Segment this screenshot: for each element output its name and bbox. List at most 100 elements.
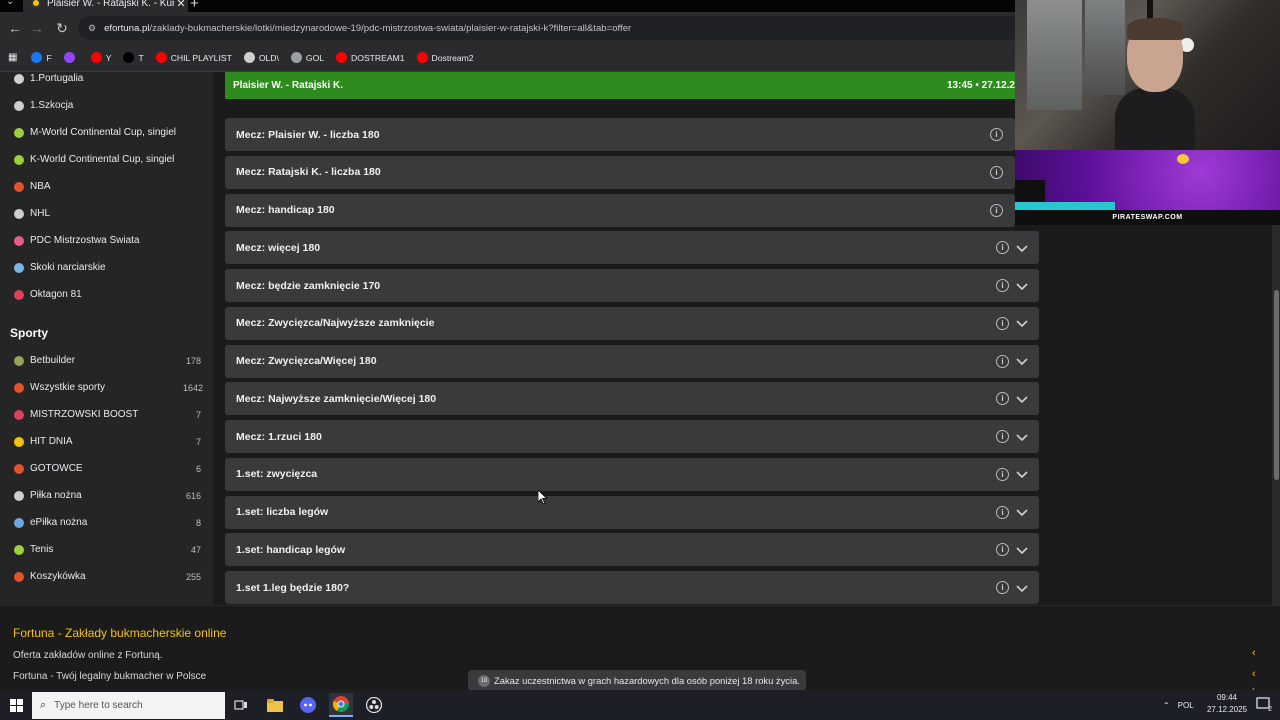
sidebar-sport-item[interactable]: GOTOWCE 6 [0, 455, 213, 482]
info-icon[interactable]: i [996, 392, 1009, 406]
sidebar-sport-item[interactable]: Betbuilder 178 [0, 347, 213, 374]
chevron-down-icon[interactable] [1015, 467, 1029, 481]
sidebar-item[interactable]: NHL [0, 200, 213, 227]
sidebar-sport-item[interactable]: ePiłka nożna 8 [0, 509, 213, 536]
chevron-down-icon[interactable] [1015, 354, 1029, 368]
market-row[interactable]: 1.set: handicap legów i [225, 533, 1039, 567]
info-icon[interactable]: i [996, 241, 1009, 255]
sidebar-sport-item[interactable]: Koszykówka 255 [0, 563, 213, 590]
chevron-down-icon[interactable] [1015, 316, 1029, 330]
tab-search-chevron-icon[interactable]: ⌄ [6, 0, 14, 7]
market-row[interactable]: Mecz: 1.rzuci 180 i [225, 420, 1039, 453]
bookmark-1[interactable] [63, 52, 79, 63]
footer-title: Fortuna - Zakłady bukmacherskie online [13, 626, 227, 640]
info-icon[interactable]: i [996, 316, 1009, 330]
chevron-down-icon[interactable] [1015, 543, 1029, 557]
bookmark-7[interactable]: DOSTREAM1 [336, 52, 405, 63]
chevron-down-icon[interactable] [1015, 279, 1029, 293]
chevron-left-icon[interactable]: ‹ [1252, 647, 1256, 659]
info-icon[interactable]: i [996, 581, 1009, 594]
bookmark-2[interactable]: Y [90, 52, 112, 63]
bookmark-3[interactable]: T [123, 52, 144, 63]
sidebar-item[interactable]: Oktagon 81 [0, 281, 213, 308]
bookmark-6[interactable]: GOL [290, 52, 324, 63]
new-tab-icon[interactable]: + [190, 0, 199, 12]
language-indicator[interactable]: POL [1178, 701, 1194, 710]
chevron-down-icon[interactable] [1015, 581, 1029, 595]
info-icon[interactable]: i [990, 128, 1003, 141]
taskbar-search[interactable]: ⌕ Type here to search [32, 692, 225, 719]
chevron-left-icon[interactable]: ‹ [1252, 668, 1256, 680]
sidebar-sport-item[interactable]: Tenis 47 [0, 536, 213, 563]
apps-grid-icon[interactable]: ▦ [8, 52, 17, 63]
obs-icon[interactable] [362, 693, 386, 717]
site-info-icon[interactable]: ⚙ [88, 23, 96, 34]
scrollbar-thumb[interactable] [1274, 290, 1279, 480]
info-icon[interactable]: i [996, 505, 1009, 519]
sidebar-item[interactable]: 1.Portugalia [0, 72, 213, 92]
bookmark-label: Dostream2 [431, 52, 474, 63]
market-row[interactable]: Mecz: Zwycięzca/Więcej 180 i [225, 344, 1039, 378]
fire-icon [14, 463, 24, 474]
sidebar-item-label: 1.Szkocja [30, 100, 74, 111]
back-icon[interactable]: ← [6, 12, 24, 44]
sidebar-item[interactable]: M-World Continental Cup, singiel [0, 119, 213, 146]
info-icon[interactable]: i [996, 279, 1009, 292]
folder-icon [243, 52, 255, 63]
info-icon[interactable]: i [990, 203, 1003, 217]
sidebar-sport-item[interactable]: HIT DNIA 7 [0, 428, 213, 455]
task-view-icon[interactable] [229, 693, 253, 717]
info-icon[interactable]: i [996, 430, 1009, 443]
sport-label: Piłka nożna [30, 490, 82, 501]
sidebar-sport-item[interactable]: Wszystkie sporty 1642 [0, 374, 213, 401]
sidebar-item[interactable]: Skoki narciarskie [0, 254, 213, 281]
reload-icon[interactable]: ↻ [53, 12, 71, 44]
market-row[interactable]: 1.set: zwycięzca i [225, 457, 1039, 491]
info-icon[interactable]: i [996, 354, 1009, 368]
market-row[interactable]: Mecz: Plaisier W. - liczba 180 i [225, 118, 1015, 151]
sidebar-sport-item[interactable]: Piłka nożna 616 [0, 482, 213, 509]
bookmark-label: Y [105, 52, 112, 63]
market-row[interactable]: 1.set: liczba legów i [225, 495, 1039, 529]
address-bar[interactable]: ⚙ efortuna.pl /zaklady-bukmacherskie/lot… [78, 16, 1015, 40]
bookmark-0[interactable]: F [31, 52, 52, 63]
chevron-down-icon[interactable] [1015, 505, 1029, 519]
sidebar-item[interactable]: 1.Szkocja [0, 92, 213, 119]
market-row[interactable]: Mecz: Najwyższe zamknięcie/Więcej 180 i [225, 382, 1039, 416]
tab-close-icon[interactable]: ✕ [174, 0, 188, 10]
bookmark-4[interactable]: CHIL PLAYLIST [155, 52, 232, 63]
info-icon[interactable]: i [996, 467, 1009, 481]
bookmark-label: CHIL PLAYLIST [170, 52, 232, 63]
bookmark-8[interactable]: Dostream2 [416, 52, 474, 63]
discord-icon[interactable] [296, 693, 320, 717]
mma-icon [14, 289, 24, 300]
taskbar-clock[interactable]: 09:44 27.12.2025 [1202, 692, 1252, 716]
forward-icon[interactable]: → [28, 12, 46, 44]
notification-center-icon[interactable]: 2 [1256, 697, 1272, 713]
info-icon[interactable]: i [990, 165, 1003, 179]
windows-start-icon[interactable] [0, 690, 32, 720]
market-row[interactable]: Mecz: Zwycięzca/Najwyższe zamknięcie i [225, 306, 1039, 340]
tray-chevron-up-icon[interactable]: ⌃ [1163, 701, 1170, 710]
market-row[interactable]: Mecz: handicap 180 i [225, 193, 1015, 227]
market-row[interactable]: Mecz: więcej 180 i [225, 231, 1039, 265]
market-row[interactable]: Mecz: będzie zamknięcie 170 i [225, 269, 1039, 302]
sidebar-item[interactable]: PDC Mistrzostwa Świata [0, 227, 213, 254]
market-row[interactable]: Mecz: Ratajski K. - liczba 180 i [225, 155, 1015, 189]
chrome-icon[interactable] [329, 693, 353, 717]
info-icon[interactable]: i [996, 543, 1009, 557]
chevron-down-icon[interactable] [1015, 392, 1029, 406]
file-explorer-icon[interactable] [263, 693, 287, 717]
sidebar-sport-item[interactable]: MISTRZOWSKI BOOST 7 [0, 401, 213, 428]
hockey-icon [14, 208, 24, 219]
bookmark-5[interactable]: OLD\ [243, 52, 279, 63]
chevron-down-icon[interactable] [1015, 241, 1029, 255]
browser-tab[interactable]: Plaisier W. - Ratajski K. - Kursy ✕ [23, 0, 188, 12]
bookmark-label: OLD\ [258, 52, 279, 63]
market-row[interactable]: 1.set 1.leg będzie 180? i [225, 571, 1039, 604]
twitch-icon [63, 52, 75, 63]
sidebar-item-label: K-World Continental Cup, singiel [30, 154, 175, 165]
chevron-down-icon[interactable] [1015, 430, 1029, 444]
sidebar-item[interactable]: NBA [0, 173, 213, 200]
sidebar-item[interactable]: K-World Continental Cup, singiel [0, 146, 213, 173]
